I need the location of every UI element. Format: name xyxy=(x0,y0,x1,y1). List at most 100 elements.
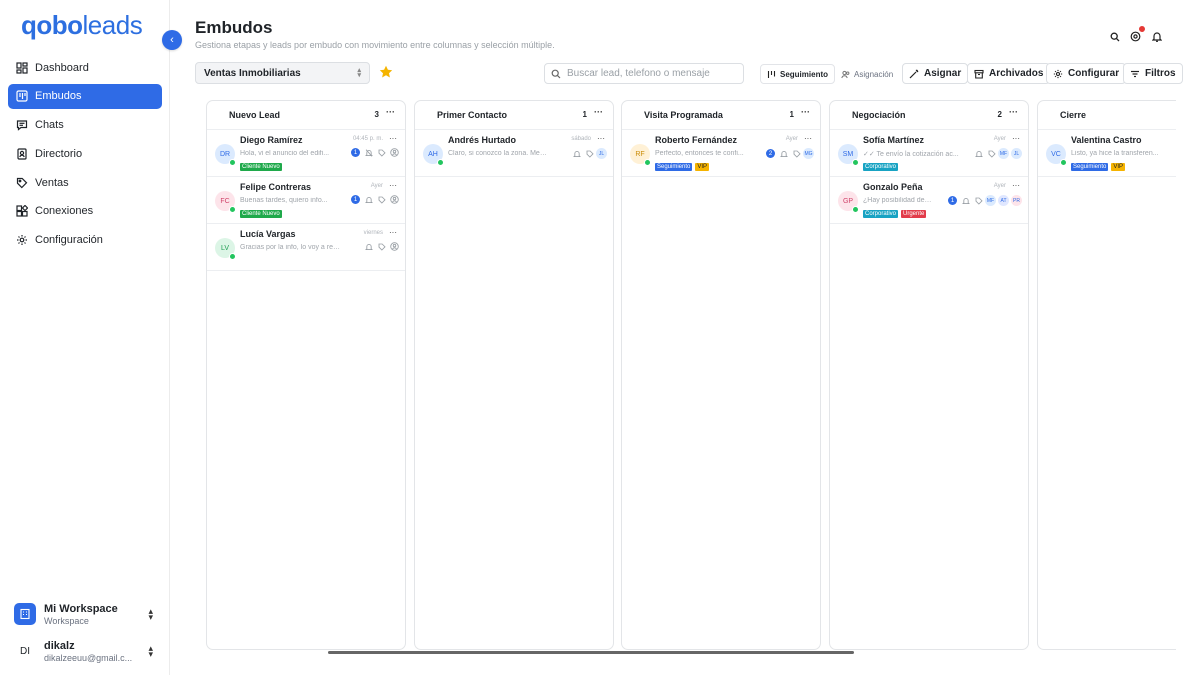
more-icon[interactable]: ··· xyxy=(801,107,810,117)
apps-icon xyxy=(15,205,28,218)
lead-name: Andrés Hurtado xyxy=(448,135,517,145)
tag-badge: Corporativo xyxy=(863,210,899,218)
sidebar-item-dashboard[interactable]: Dashboard xyxy=(8,55,162,80)
sidebar-item-ventas[interactable]: Ventas xyxy=(8,170,162,195)
pipeline-column: Negociación 2 ··· SM Sofía Martínez Ayer ··· ✓✓… xyxy=(829,100,1029,650)
lead-card[interactable]: LV Lucía Vargas viernes ··· Gracias por la i… xyxy=(207,224,405,271)
column-count-badge: 2 xyxy=(997,110,1002,119)
lead-card[interactable]: FC Felipe Contreras Ayer ··· Buenas tardes, … xyxy=(207,177,405,224)
lead-card[interactable]: SM Sofía Martínez Ayer ··· ✓✓ Te envío la co… xyxy=(830,130,1028,177)
lead-name: Felipe Contreras xyxy=(240,182,312,192)
last-message-time: 04:45 p. m. xyxy=(352,136,383,142)
tag-list: Seguimiento VIP xyxy=(655,163,710,171)
lead-card[interactable]: RF Roberto Fernández Ayer ··· Perfecto, ento… xyxy=(622,130,820,177)
pipeline-select[interactable]: Ventas Inmobiliarias ▴ ▾ xyxy=(195,62,370,84)
tag-badge: VIP xyxy=(695,163,710,171)
more-icon[interactable]: ··· xyxy=(1009,107,1018,117)
horizontal-scrollbar[interactable] xyxy=(328,651,854,654)
tag-icon[interactable] xyxy=(585,149,594,158)
users-icon xyxy=(841,70,850,78)
sidebar-item-embudos[interactable]: Embudos xyxy=(8,83,162,109)
user-menu[interactable]: DI dikalz dikalzeeuu@gmail.c... ▴ ▾ xyxy=(14,637,159,665)
bell-icon[interactable] xyxy=(572,149,581,158)
filters-button[interactable]: Filtros xyxy=(1123,63,1183,84)
whatsapp-icon xyxy=(437,159,444,166)
sidebar-item-directorio[interactable]: Directorio xyxy=(8,141,162,166)
tag-badge: Cliente Nuevo xyxy=(240,163,282,171)
bell-icon[interactable] xyxy=(364,242,373,251)
bell-icon[interactable] xyxy=(779,149,788,158)
view-follow-label: Seguimiento xyxy=(780,69,829,79)
tag-icon[interactable] xyxy=(377,148,386,157)
pipeline-column: Cierre VCValentina Castro···Listo, ya hic… xyxy=(1037,100,1176,650)
search-input[interactable]: Buscar lead, telefono o mensaje xyxy=(544,63,744,84)
column-title: Negociación xyxy=(852,110,906,120)
bell-icon[interactable] xyxy=(364,195,373,204)
assign-user-icon[interactable] xyxy=(390,242,399,251)
favorite-star-icon[interactable] xyxy=(379,65,393,79)
column-header[interactable]: Primer Contacto 1 ··· xyxy=(415,101,613,130)
tag-icon[interactable] xyxy=(792,149,801,158)
assignee-avatar: MF xyxy=(985,195,996,206)
bell-icon[interactable] xyxy=(974,149,983,158)
card-actions: 2 MG xyxy=(766,148,814,159)
workspace-switcher[interactable]: Mi Workspace Workspace ▴ ▾ xyxy=(14,600,159,628)
sidebar-item-conexiones[interactable]: Conexiones xyxy=(8,199,162,224)
search-icon[interactable] xyxy=(1108,30,1121,43)
bell-icon[interactable] xyxy=(1150,30,1163,43)
column-header[interactable]: Visita Programada 1 ··· xyxy=(622,101,820,130)
more-icon[interactable]: ··· xyxy=(389,134,397,143)
assign-button[interactable]: Asignar xyxy=(902,63,969,84)
tag-badge: Urgente xyxy=(901,210,927,218)
column-header[interactable]: Negociación 2 ··· xyxy=(830,101,1028,130)
archived-button[interactable]: Archivados xyxy=(967,63,1051,84)
view-assign-tab[interactable]: Asignación xyxy=(835,64,899,84)
column-count-badge: 1 xyxy=(789,110,794,119)
assign-label: Asignar xyxy=(924,68,962,79)
last-message-preview: Claro, si conozco la zona. Me v... xyxy=(448,150,548,157)
sidebar-item-label: Configuración xyxy=(35,234,103,247)
bell-off-icon[interactable] xyxy=(364,148,373,157)
last-message-time: sábado xyxy=(571,136,591,142)
bell-icon[interactable] xyxy=(961,196,970,205)
lead-card[interactable]: VCValentina Castro···Listo, ya hice la t… xyxy=(1038,130,1176,177)
notification-dot xyxy=(1138,25,1146,33)
chevron-updown-icon: ▴ ▾ xyxy=(148,643,153,659)
view-follow-tab[interactable]: Seguimiento xyxy=(760,64,836,84)
more-icon[interactable]: ··· xyxy=(386,107,395,117)
more-icon[interactable]: ··· xyxy=(594,107,603,117)
configure-button[interactable]: Configurar xyxy=(1046,63,1127,84)
logo-accent: leads xyxy=(82,10,143,40)
sidebar-item-chats[interactable]: Chats xyxy=(8,113,162,138)
building-icon xyxy=(14,603,36,625)
card-actions: 1 xyxy=(351,195,399,204)
more-icon[interactable]: ··· xyxy=(597,134,605,143)
chevron-updown-icon: ▴ ▾ xyxy=(148,606,153,622)
tag-icon[interactable] xyxy=(987,149,996,158)
more-icon[interactable]: ··· xyxy=(1012,181,1020,190)
tag-icon[interactable] xyxy=(377,195,386,204)
tag-icon[interactable] xyxy=(974,196,983,205)
collapse-sidebar-button[interactable]: ‹ xyxy=(162,30,182,50)
lead-card[interactable]: DR Diego Ramírez 04:45 p. m. ··· Hola, vi el… xyxy=(207,130,405,177)
lead-card[interactable]: GP Gonzalo Peña Ayer ··· ¿Hay posibilidad de… xyxy=(830,177,1028,224)
lead-card[interactable]: AH Andrés Hurtado sábado ··· Claro, si conoz… xyxy=(415,130,613,177)
tag-icon xyxy=(15,176,28,189)
more-icon[interactable]: ··· xyxy=(804,134,812,143)
wand-icon xyxy=(909,69,919,78)
app-logo[interactable]: qoboleads xyxy=(21,10,143,41)
more-icon[interactable]: ··· xyxy=(389,228,397,237)
tag-icon[interactable] xyxy=(377,242,386,251)
column-header[interactable]: Cierre xyxy=(1038,101,1176,130)
unread-count-badge: 2 xyxy=(766,149,775,158)
more-icon[interactable]: ··· xyxy=(389,181,397,190)
column-header[interactable]: Nuevo Lead 3 ··· xyxy=(207,101,405,130)
whatsapp-icon xyxy=(852,206,859,213)
pipeline-column: Primer Contacto 1 ··· AH Andrés Hurtado sábad… xyxy=(414,100,614,650)
chevron-updown-icon: ▴ ▾ xyxy=(357,67,361,79)
more-icon[interactable]: ··· xyxy=(1012,134,1020,143)
assign-user-icon[interactable] xyxy=(390,195,399,204)
assign-user-icon[interactable] xyxy=(390,148,399,157)
sidebar-item-configuracion[interactable]: Configuración xyxy=(8,228,162,253)
whatsapp-status-icon[interactable] xyxy=(1129,25,1146,43)
